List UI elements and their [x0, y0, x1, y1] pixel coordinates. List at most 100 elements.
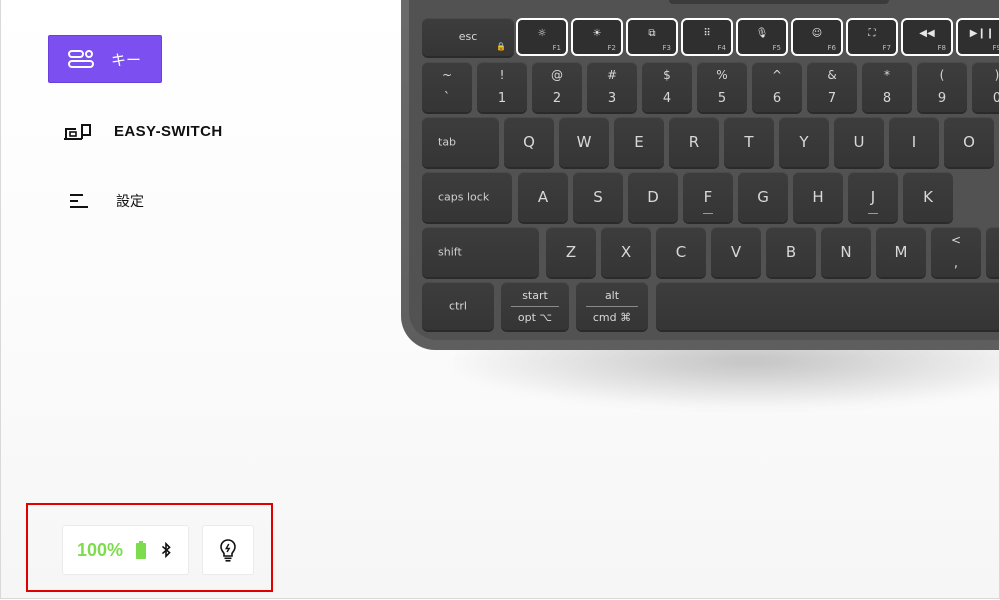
key-start-opt: start opt ⌥ — [501, 282, 569, 330]
easy-switch-icon — [64, 124, 91, 140]
key-space — [656, 282, 999, 330]
key-alt-cmd: alt cmd ⌘ — [576, 282, 648, 330]
key-lower: 6 — [772, 91, 782, 106]
key-divider — [586, 306, 638, 307]
key-lower: 9 — [937, 91, 947, 106]
nav-item-settings[interactable]: 設定 — [68, 177, 144, 225]
key-divider — [511, 306, 559, 307]
key-r: R — [669, 117, 719, 167]
fn-label: F2 — [607, 44, 616, 52]
key-c: C — [656, 227, 706, 277]
key-letter: C — [675, 243, 687, 261]
fn-icon: 🎙 — [755, 28, 769, 39]
key-lower: 2 — [552, 91, 562, 106]
nav-item-keys[interactable]: キー — [48, 35, 162, 83]
nav-item-settings-label: 設定 — [116, 194, 144, 210]
key-start-label: start — [522, 289, 548, 302]
key-num-9: (9 — [917, 62, 967, 112]
fn-label: F8 — [937, 44, 946, 52]
key-lower: 0 — [972, 91, 999, 106]
key-num-6: ^ 6 — [752, 62, 802, 112]
key-num-0: ~ ` — [422, 62, 472, 112]
fn-label: F9 — [992, 44, 999, 52]
key-f2: ☀ F2 — [571, 18, 623, 56]
key-tab: tab — [422, 117, 499, 167]
key-f3: ⧉ F3 — [626, 18, 678, 56]
key-w: W — [559, 117, 609, 167]
key-letter: R — [688, 133, 700, 151]
key-g: G — [738, 172, 788, 222]
key-f9: ▶❙❙ F9 — [956, 18, 999, 56]
key-cmd-label: cmd ⌘ — [592, 311, 632, 324]
key-shift: shift — [422, 227, 539, 277]
fn-label: F7 — [882, 44, 891, 52]
key-lower: , — [953, 256, 959, 271]
fn-icon: ☼ — [537, 28, 547, 39]
key-letter: F — [703, 188, 713, 206]
key-caps-lock: caps lock — [422, 172, 512, 222]
key-num-3: #3 — [587, 62, 637, 112]
key-shift-label: shift — [438, 245, 462, 259]
key-q: Q — [504, 117, 554, 167]
key-v: V — [711, 227, 761, 277]
key-upper: * — [884, 68, 890, 82]
lightbulb-icon — [220, 539, 236, 562]
keyboard-shadow — [441, 340, 999, 410]
key-upper: ) — [994, 68, 1000, 82]
fn-icon: ⛶ — [868, 28, 876, 39]
key-f6: ☺ F6 — [791, 18, 843, 56]
key-letter: S — [593, 188, 603, 206]
key-x: X — [601, 227, 651, 277]
nav-item-easy-switch-label: EASY-SWITCH — [114, 122, 223, 140]
key-num-2: @2 — [532, 62, 582, 112]
key-upper: < — [950, 233, 962, 247]
key-letter: U — [853, 133, 865, 151]
key-num-7: & 7 — [807, 62, 857, 112]
key-e: E — [614, 117, 664, 167]
key-letter: X — [620, 243, 632, 261]
key-s: S — [573, 172, 623, 222]
key-caps-label: caps lock — [438, 190, 490, 204]
key-t: T — [724, 117, 774, 167]
fn-label: F4 — [717, 44, 726, 52]
settings-icon — [70, 194, 88, 208]
key-upper: @ — [551, 68, 563, 82]
key-letter: Y — [799, 133, 809, 151]
key-d: D — [628, 172, 678, 222]
key-period — [986, 227, 999, 277]
battery-full-icon — [136, 541, 147, 559]
key-letter: G — [757, 188, 769, 206]
home-row-bump — [703, 213, 713, 214]
nav-item-easy-switch[interactable]: EASY-SWITCH — [62, 107, 223, 155]
key-h: H — [793, 172, 843, 222]
key-letter: M — [894, 243, 908, 261]
key-u: U — [834, 117, 884, 167]
battery-percent: 100% — [77, 539, 124, 560]
key-num-5: % 5 — [697, 62, 747, 112]
key-letter: B — [785, 243, 797, 261]
key-f: F — [683, 172, 733, 222]
key-lower: 8 — [882, 91, 892, 106]
app-window: esc🔒☼F1☀F2⧉F3⠿F4🎙F5☺F6⛶F7◀◀F8▶❙❙F9~`!1@2… — [0, 0, 1000, 599]
key-upper: % — [716, 68, 728, 82]
key-upper: ~ — [441, 68, 453, 82]
nav-item-keys-label: キー — [111, 50, 142, 69]
keyboard-top-edge — [669, 0, 889, 4]
key-n: N — [821, 227, 871, 277]
fn-icon: ☀ — [592, 28, 602, 39]
key-upper: & — [827, 68, 837, 82]
fn-icon: ☺ — [811, 28, 823, 39]
key-o: O — [944, 117, 994, 167]
key-letter: O — [963, 133, 975, 151]
key-letter: V — [730, 243, 742, 261]
fn-icon: ⧉ — [648, 28, 656, 39]
tips-button[interactable] — [202, 525, 254, 575]
fn-label: F1 — [552, 44, 561, 52]
key-f5: 🎙 F5 — [736, 18, 788, 56]
key-letter: Q — [523, 133, 535, 151]
home-row-bump — [868, 213, 878, 214]
fn-label: F6 — [827, 44, 836, 52]
keys-icon — [68, 50, 94, 68]
key-letter: I — [911, 133, 917, 151]
fn-label: F5 — [772, 44, 781, 52]
